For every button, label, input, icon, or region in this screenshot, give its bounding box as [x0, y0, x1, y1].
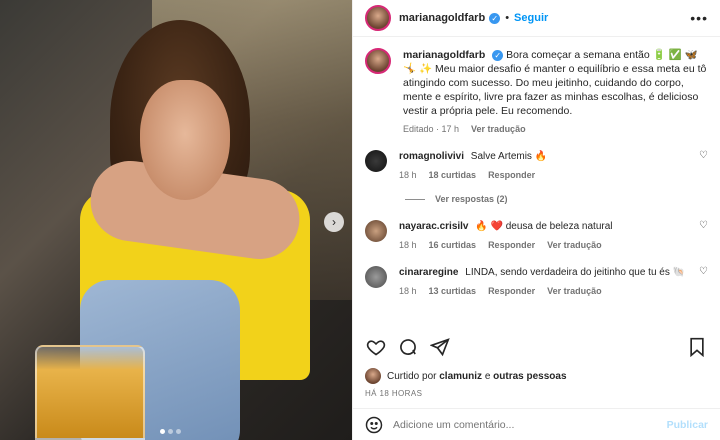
liker-others-link[interactable]: outras pessoas — [493, 371, 566, 382]
comment-username[interactable]: romagnolivivi — [399, 151, 464, 162]
face-shape — [140, 80, 230, 200]
comment-time: 18 h — [399, 240, 417, 250]
chevron-right-icon: › — [332, 215, 336, 229]
comment-reply-button[interactable]: Responder — [488, 286, 535, 296]
comment-username[interactable]: nayarac.crisilv — [399, 221, 469, 232]
commenter-avatar[interactable] — [365, 150, 387, 172]
comments-list[interactable]: marianagoldfarb ✓ Bora começar a semana … — [353, 38, 720, 330]
post-header: marianagoldfarb ✓ • Seguir ••• — [353, 0, 720, 37]
comment-input[interactable] — [393, 418, 667, 431]
add-comment-bar: Publicar — [353, 408, 720, 440]
replies-line — [405, 198, 425, 200]
likes-connector: e — [484, 370, 491, 382]
comment-time: 18 h — [399, 170, 417, 180]
caption-edited: Editado · 17 h — [403, 124, 460, 134]
commenter-avatar[interactable] — [365, 220, 387, 242]
author-username[interactable]: marianagoldfarb — [399, 12, 485, 24]
comment-item: romagnolivivi Salve Artemis 🔥 18 h 18 cu… — [365, 150, 708, 180]
comment-item: cinararegine LINDA, sendo verdadeira do … — [365, 266, 708, 296]
comment-username[interactable]: cinararegine — [399, 267, 458, 278]
comment-translate-link[interactable]: Ver tradução — [547, 286, 602, 296]
comment-item: nayarac.crisilv 🔥 ❤️ deusa de beleza nat… — [365, 220, 708, 250]
share-send-icon[interactable] — [429, 336, 451, 358]
verified-badge-icon: ✓ — [492, 50, 504, 61]
comment-body: LINDA, sendo verdadeira do jeitinho que … — [465, 267, 686, 278]
comment-reply-button[interactable]: Responder — [488, 240, 535, 250]
post-timestamp[interactable]: HÁ 18 HORAS — [365, 389, 422, 398]
commenter-avatar[interactable] — [365, 266, 387, 288]
liker-username[interactable]: clamuniz — [439, 371, 482, 382]
comment-bubble-icon[interactable] — [397, 336, 419, 358]
more-options-icon[interactable]: ••• — [690, 10, 708, 26]
comment-heart-icon[interactable]: ♡ — [699, 220, 708, 231]
caption-translate-link[interactable]: Ver tradução — [471, 124, 526, 134]
follow-button[interactable]: Seguir — [514, 12, 548, 24]
action-bar — [365, 336, 708, 358]
liker-avatar[interactable] — [365, 368, 381, 384]
comment-likes[interactable]: 16 curtidas — [429, 240, 477, 250]
likes-summary: Curtido por clamuniz e outras pessoas — [365, 368, 567, 384]
comment-reply-button[interactable]: Responder — [488, 170, 535, 180]
view-replies-button[interactable]: Ver respostas (2) — [405, 194, 708, 204]
comment-text: nayarac.crisilv 🔥 ❤️ deusa de beleza nat… — [399, 220, 708, 234]
comment-translate-link[interactable]: Ver tradução — [547, 240, 602, 250]
comment-text: cinararegine LINDA, sendo verdadeira do … — [399, 266, 708, 280]
comment-text: romagnolivivi Salve Artemis 🔥 — [399, 150, 708, 164]
carousel-dot — [168, 429, 173, 434]
carousel-next-button[interactable]: › — [324, 212, 344, 232]
verified-badge-icon: ✓ — [489, 12, 501, 24]
carousel-dot — [160, 429, 165, 434]
comment-likes[interactable]: 18 curtidas — [429, 170, 477, 180]
author-avatar[interactable] — [365, 5, 391, 31]
comment-time: 18 h — [399, 286, 417, 296]
publish-button[interactable]: Publicar — [667, 419, 708, 431]
comment-meta: 18 h 16 curtidas Responder Ver tradução — [399, 240, 708, 250]
comment-meta: 18 h 18 curtidas Responder — [399, 170, 708, 180]
bookmark-icon[interactable] — [686, 336, 708, 358]
caption-text: marianagoldfarb ✓ Bora começar a semana … — [403, 48, 708, 118]
beer-glass-shape — [35, 345, 145, 440]
caption-avatar[interactable] — [365, 48, 391, 74]
post-view: › marianagoldfarb ✓ • Seguir ••• mariana… — [0, 0, 720, 440]
post-side-panel: marianagoldfarb ✓ • Seguir ••• marianago… — [352, 0, 720, 440]
carousel-dots — [160, 429, 181, 434]
emoji-icon[interactable] — [365, 416, 383, 434]
like-heart-icon[interactable] — [365, 336, 387, 358]
comment-meta: 18 h 13 curtidas Responder Ver tradução — [399, 286, 708, 296]
caption-meta: Editado · 17 h Ver tradução — [403, 124, 708, 134]
comment-body: 🔥 ❤️ deusa de beleza natural — [475, 221, 613, 232]
comment-likes[interactable]: 13 curtidas — [429, 286, 477, 296]
view-replies-label: Ver respostas (2) — [435, 194, 508, 204]
caption-username[interactable]: marianagoldfarb — [403, 49, 485, 61]
post-photo[interactable]: › — [0, 0, 352, 440]
carousel-dot — [176, 429, 181, 434]
comment-heart-icon[interactable]: ♡ — [699, 150, 708, 161]
separator-dot: • — [505, 12, 510, 24]
caption-row: marianagoldfarb ✓ Bora começar a semana … — [365, 48, 708, 134]
comment-body: Salve Artemis 🔥 — [470, 151, 548, 162]
comment-heart-icon[interactable]: ♡ — [699, 266, 708, 277]
likes-prefix: Curtido por — [387, 370, 437, 382]
